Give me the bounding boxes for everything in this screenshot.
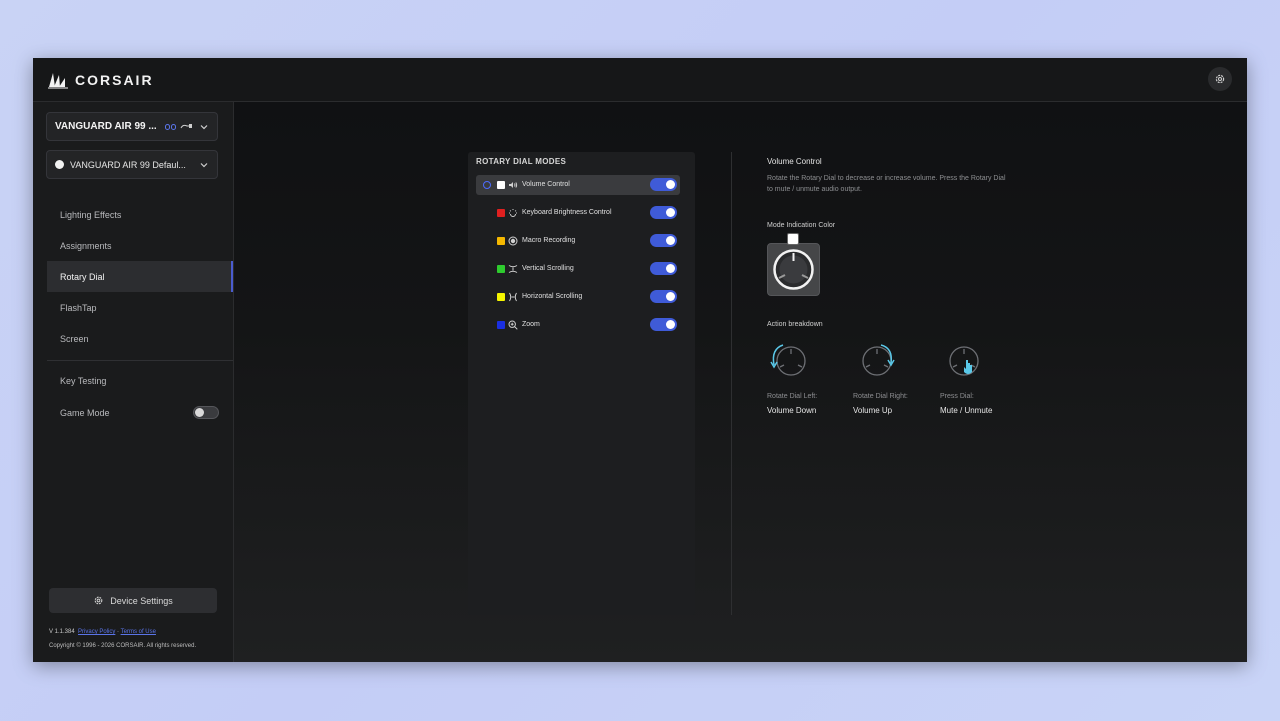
settings-button[interactable] — [1208, 67, 1232, 91]
action-caption: Rotate Dial Right: — [853, 393, 908, 400]
action-rotate-left: Rotate Dial Left: Volume Down — [767, 339, 847, 415]
mode-label: Keyboard Brightness Control — [522, 209, 612, 216]
mode-toggle[interactable] — [650, 318, 677, 331]
panel-divider — [731, 152, 732, 615]
action-press-dial: Press Dial: Mute / Unmute — [940, 339, 1020, 415]
mode-color-swatch[interactable] — [497, 293, 505, 301]
detail-title: Volume Control — [767, 157, 822, 166]
rotate-left-icon — [770, 344, 806, 376]
action-rotate-right: Rotate Dial Right: Volume Up — [853, 339, 933, 415]
action-caption: Rotate Dial Left: — [767, 393, 818, 400]
sidebar-item-flashtap[interactable]: FlashTap — [47, 292, 233, 323]
mode-row-horizontal-scrolling[interactable]: Horizontal Scrolling — [476, 287, 680, 307]
sidebar-item-rotary-dial[interactable]: Rotary Dial — [47, 261, 233, 292]
zoom-icon — [508, 320, 518, 330]
corsair-logo: CORSAIR — [47, 70, 154, 90]
main-content: ROTARY DIAL MODES Volume Control Keyboar… — [234, 102, 1247, 662]
action-caption: Press Dial: — [940, 393, 974, 400]
top-bar: CORSAIR — [33, 58, 1247, 102]
mode-toggle[interactable] — [650, 262, 677, 275]
sidebar-nav: Lighting Effects Assignments Rotary Dial… — [47, 199, 233, 354]
usb-icon — [180, 124, 192, 129]
rotate-right-icon — [862, 344, 895, 376]
link-separator: · — [117, 629, 120, 635]
app-window: CORSAIR VANGUARD AIR 99 ... VANGUARD AIR… — [33, 58, 1247, 662]
mode-label: Vertical Scrolling — [522, 265, 574, 272]
mode-label: Macro Recording — [522, 237, 576, 244]
mode-color-swatch[interactable] — [497, 265, 505, 273]
wireless-icon — [165, 123, 176, 130]
chevron-down-icon — [200, 124, 208, 129]
selected-radio — [483, 181, 491, 189]
horizontal-scroll-icon — [509, 292, 517, 302]
rotary-dial-icon — [773, 249, 814, 290]
mode-color-chip[interactable] — [787, 233, 799, 245]
sidebar: VANGUARD AIR 99 ... VANGUARD AIR 99 Defa… — [33, 102, 234, 662]
vertical-scroll-icon — [508, 265, 518, 273]
detail-description: Rotate the Rotary Dial to decrease or in… — [767, 175, 1006, 193]
mode-row-zoom[interactable]: Zoom — [476, 315, 680, 335]
version-text: V 1.1.384 — [49, 629, 75, 635]
mode-color-swatch[interactable] — [497, 237, 505, 245]
press-dial-icon — [949, 346, 979, 376]
mode-color-swatch[interactable] — [497, 209, 505, 217]
sails-icon — [48, 73, 68, 89]
mode-toggle[interactable] — [650, 206, 677, 219]
panel-title: ROTARY DIAL MODES — [476, 157, 567, 166]
privacy-policy-link[interactable]: Privacy Policy — [78, 629, 115, 635]
device-selector[interactable]: VANGUARD AIR 99 ... — [46, 112, 218, 141]
speaker-icon — [509, 182, 518, 188]
rotary-dial-modes-panel: ROTARY DIAL MODES Volume Control Keyboar… — [468, 152, 695, 615]
terms-of-use-link[interactable]: Terms of Use — [121, 629, 156, 635]
brightness-icon — [509, 209, 517, 217]
game-mode-toggle[interactable] — [193, 406, 219, 419]
mode-color-swatch[interactable] — [497, 321, 505, 329]
mode-row-macro-recording[interactable]: Macro Recording — [476, 231, 680, 251]
action-value: Volume Down — [767, 406, 817, 415]
action-breakdown-label: Action breakdown — [767, 321, 823, 328]
nav-divider — [47, 360, 233, 361]
sidebar-item-lighting-effects[interactable]: Lighting Effects — [47, 199, 233, 230]
mode-label: Volume Control — [522, 181, 570, 188]
mode-toggle[interactable] — [650, 178, 677, 191]
brand-name: CORSAIR — [75, 72, 154, 88]
mode-indication-color-label: Mode Indication Color — [767, 222, 836, 229]
profile-name: VANGUARD AIR 99 Defaul... — [70, 159, 186, 170]
mode-row-vertical-scrolling[interactable]: Vertical Scrolling — [476, 259, 680, 279]
mode-row-keyboard-brightness[interactable]: Keyboard Brightness Control — [476, 203, 680, 223]
device-settings-label: Device Settings — [110, 595, 173, 606]
profile-color-dot — [55, 160, 64, 169]
device-name: VANGUARD AIR 99 ... — [55, 121, 157, 132]
device-settings-button[interactable]: Device Settings — [49, 588, 217, 613]
copyright-text: Copyright © 1996 - 2026 CORSAIR. All rig… — [49, 643, 197, 649]
version-line: V 1.1.384 Privacy Policy · Terms of Use — [49, 629, 156, 635]
profile-selector[interactable]: VANGUARD AIR 99 Defaul... — [46, 150, 218, 179]
mode-color-preview[interactable] — [767, 243, 820, 296]
action-value: Mute / Unmute — [940, 406, 993, 415]
record-icon — [508, 236, 518, 246]
mode-toggle[interactable] — [650, 234, 677, 247]
mode-color-swatch[interactable] — [497, 181, 505, 189]
sidebar-item-assignments[interactable]: Assignments — [47, 230, 233, 261]
sidebar-item-key-testing[interactable]: Key Testing — [47, 365, 233, 397]
gear-icon — [94, 596, 103, 605]
sidebar-secondary-nav: Key Testing Game Mode — [47, 365, 233, 429]
gear-icon — [1215, 74, 1225, 84]
chevron-down-icon — [200, 162, 208, 167]
mode-row-volume-control[interactable]: Volume Control — [476, 175, 680, 195]
sidebar-item-screen[interactable]: Screen — [47, 323, 233, 354]
action-value: Volume Up — [853, 406, 893, 415]
mode-label: Horizontal Scrolling — [522, 293, 583, 300]
mode-label: Zoom — [522, 321, 540, 328]
mode-toggle[interactable] — [650, 290, 677, 303]
